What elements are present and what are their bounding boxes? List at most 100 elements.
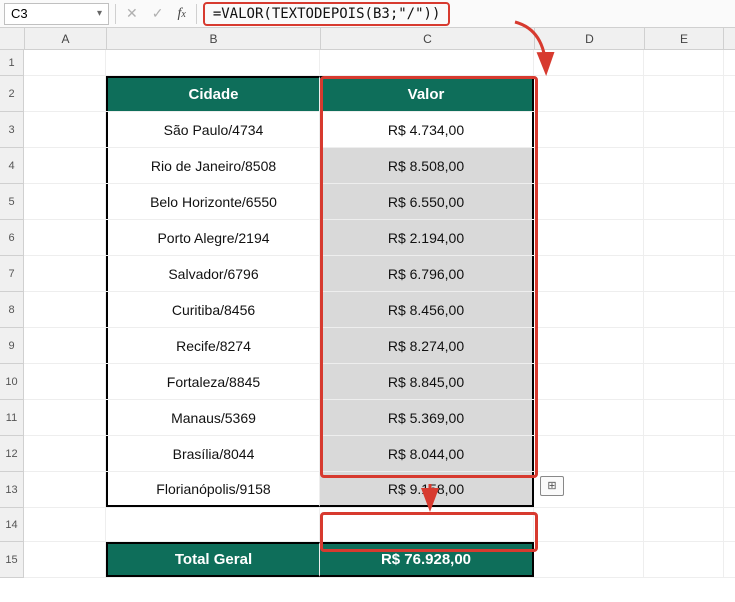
cell[interactable] <box>534 220 644 255</box>
cell[interactable] <box>534 292 644 327</box>
cell-cidade[interactable]: Fortaleza/8845 <box>106 364 320 399</box>
cell-valor[interactable]: R$ 9.158,00 <box>320 472 534 507</box>
cell[interactable] <box>24 328 106 363</box>
cell[interactable] <box>24 50 106 75</box>
cell[interactable] <box>24 472 106 507</box>
row-header[interactable]: 8 <box>0 292 24 328</box>
cell[interactable] <box>534 256 644 291</box>
row-header[interactable]: 6 <box>0 220 24 256</box>
col-header-b[interactable]: B <box>106 28 320 49</box>
row-header[interactable]: 5 <box>0 184 24 220</box>
cell-valor[interactable]: R$ 8.044,00 <box>320 436 534 471</box>
cell[interactable] <box>644 292 724 327</box>
row-header[interactable]: 12 <box>0 436 24 472</box>
cell[interactable] <box>24 400 106 435</box>
cell-cidade[interactable]: Manaus/5369 <box>106 400 320 435</box>
cell[interactable] <box>644 364 724 399</box>
cell[interactable] <box>24 364 106 399</box>
cell[interactable] <box>534 148 644 183</box>
cell[interactable] <box>644 220 724 255</box>
cell[interactable] <box>24 292 106 327</box>
cell[interactable] <box>644 508 724 541</box>
cell[interactable] <box>24 256 106 291</box>
cell-cidade[interactable]: Rio de Janeiro/8508 <box>106 148 320 183</box>
cell-area[interactable]: Cidade Valor São Paulo/4734 R$ 4.734,00 … <box>24 50 735 578</box>
cell-cidade[interactable]: São Paulo/4734 <box>106 112 320 147</box>
cell-cidade[interactable]: Belo Horizonte/6550 <box>106 184 320 219</box>
cell-cidade[interactable]: Brasília/8044 <box>106 436 320 471</box>
cell-valor[interactable]: R$ 6.796,00 <box>320 256 534 291</box>
cell-valor[interactable]: R$ 4.734,00 <box>320 112 534 147</box>
cell[interactable] <box>534 400 644 435</box>
cell[interactable] <box>24 220 106 255</box>
cell[interactable] <box>644 76 724 111</box>
cell-valor[interactable]: R$ 8.456,00 <box>320 292 534 327</box>
row-header[interactable]: 10 <box>0 364 24 400</box>
cell-valor[interactable]: R$ 8.274,00 <box>320 328 534 363</box>
row-header[interactable]: 11 <box>0 400 24 436</box>
enter-icon[interactable]: ✓ <box>148 5 168 22</box>
name-box[interactable]: C3 ▾ <box>4 3 109 25</box>
row-header[interactable]: 3 <box>0 112 24 148</box>
cell[interactable] <box>534 112 644 147</box>
cancel-icon[interactable]: ✕ <box>122 5 142 22</box>
cell[interactable] <box>644 112 724 147</box>
fx-icon[interactable]: fx <box>173 6 189 22</box>
cell[interactable] <box>320 508 534 541</box>
cell-cidade[interactable]: Porto Alegre/2194 <box>106 220 320 255</box>
row-header[interactable]: 7 <box>0 256 24 292</box>
cell-valor[interactable]: R$ 6.550,00 <box>320 184 534 219</box>
cell[interactable] <box>24 542 106 577</box>
formula-input[interactable]: =VALOR(TEXTODEPOIS(B3;"/")) <box>203 2 451 26</box>
cell[interactable] <box>644 436 724 471</box>
cell[interactable] <box>24 76 106 111</box>
cell-cidade[interactable]: Recife/8274 <box>106 328 320 363</box>
cell[interactable] <box>534 184 644 219</box>
cell-valor[interactable]: R$ 2.194,00 <box>320 220 534 255</box>
cell[interactable] <box>644 542 724 577</box>
cell[interactable] <box>534 436 644 471</box>
cell[interactable] <box>534 76 644 111</box>
row-header[interactable]: 1 <box>0 50 24 76</box>
row-header[interactable]: 2 <box>0 76 24 112</box>
header-cidade[interactable]: Cidade <box>106 76 320 111</box>
cell[interactable] <box>644 400 724 435</box>
cell[interactable] <box>534 50 644 75</box>
chevron-down-icon[interactable]: ▾ <box>97 8 102 19</box>
cell-cidade[interactable]: Salvador/6796 <box>106 256 320 291</box>
total-value[interactable]: R$ 76.928,00 <box>320 542 534 577</box>
cell[interactable] <box>24 148 106 183</box>
row-header[interactable]: 9 <box>0 328 24 364</box>
cell[interactable] <box>106 50 320 75</box>
cell[interactable] <box>644 148 724 183</box>
cell[interactable] <box>644 472 724 507</box>
header-valor[interactable]: Valor <box>320 76 534 111</box>
row-header[interactable]: 4 <box>0 148 24 184</box>
cell[interactable] <box>534 542 644 577</box>
cell[interactable] <box>534 328 644 363</box>
cell[interactable] <box>644 184 724 219</box>
cell-cidade[interactable]: Florianópolis/9158 <box>106 472 320 507</box>
row-header[interactable]: 14 <box>0 508 24 542</box>
cell[interactable] <box>24 436 106 471</box>
cell[interactable] <box>24 112 106 147</box>
cell[interactable] <box>644 256 724 291</box>
autofill-options-icon[interactable]: ⊞ <box>540 476 564 496</box>
cell[interactable] <box>24 184 106 219</box>
cell[interactable] <box>534 364 644 399</box>
row-header[interactable]: 13 <box>0 472 24 508</box>
col-header-a[interactable]: A <box>24 28 106 49</box>
row-header[interactable]: 15 <box>0 542 24 578</box>
cell[interactable] <box>644 50 724 75</box>
col-header-d[interactable]: D <box>534 28 644 49</box>
cell[interactable] <box>534 508 644 541</box>
cell-valor[interactable]: R$ 8.845,00 <box>320 364 534 399</box>
cell[interactable] <box>106 508 320 541</box>
cell-valor[interactable]: R$ 5.369,00 <box>320 400 534 435</box>
cell[interactable] <box>320 50 534 75</box>
cell-cidade[interactable]: Curitiba/8456 <box>106 292 320 327</box>
cell-valor[interactable]: R$ 8.508,00 <box>320 148 534 183</box>
cell[interactable] <box>24 508 106 541</box>
total-label[interactable]: Total Geral <box>106 542 320 577</box>
col-header-e[interactable]: E <box>644 28 724 49</box>
